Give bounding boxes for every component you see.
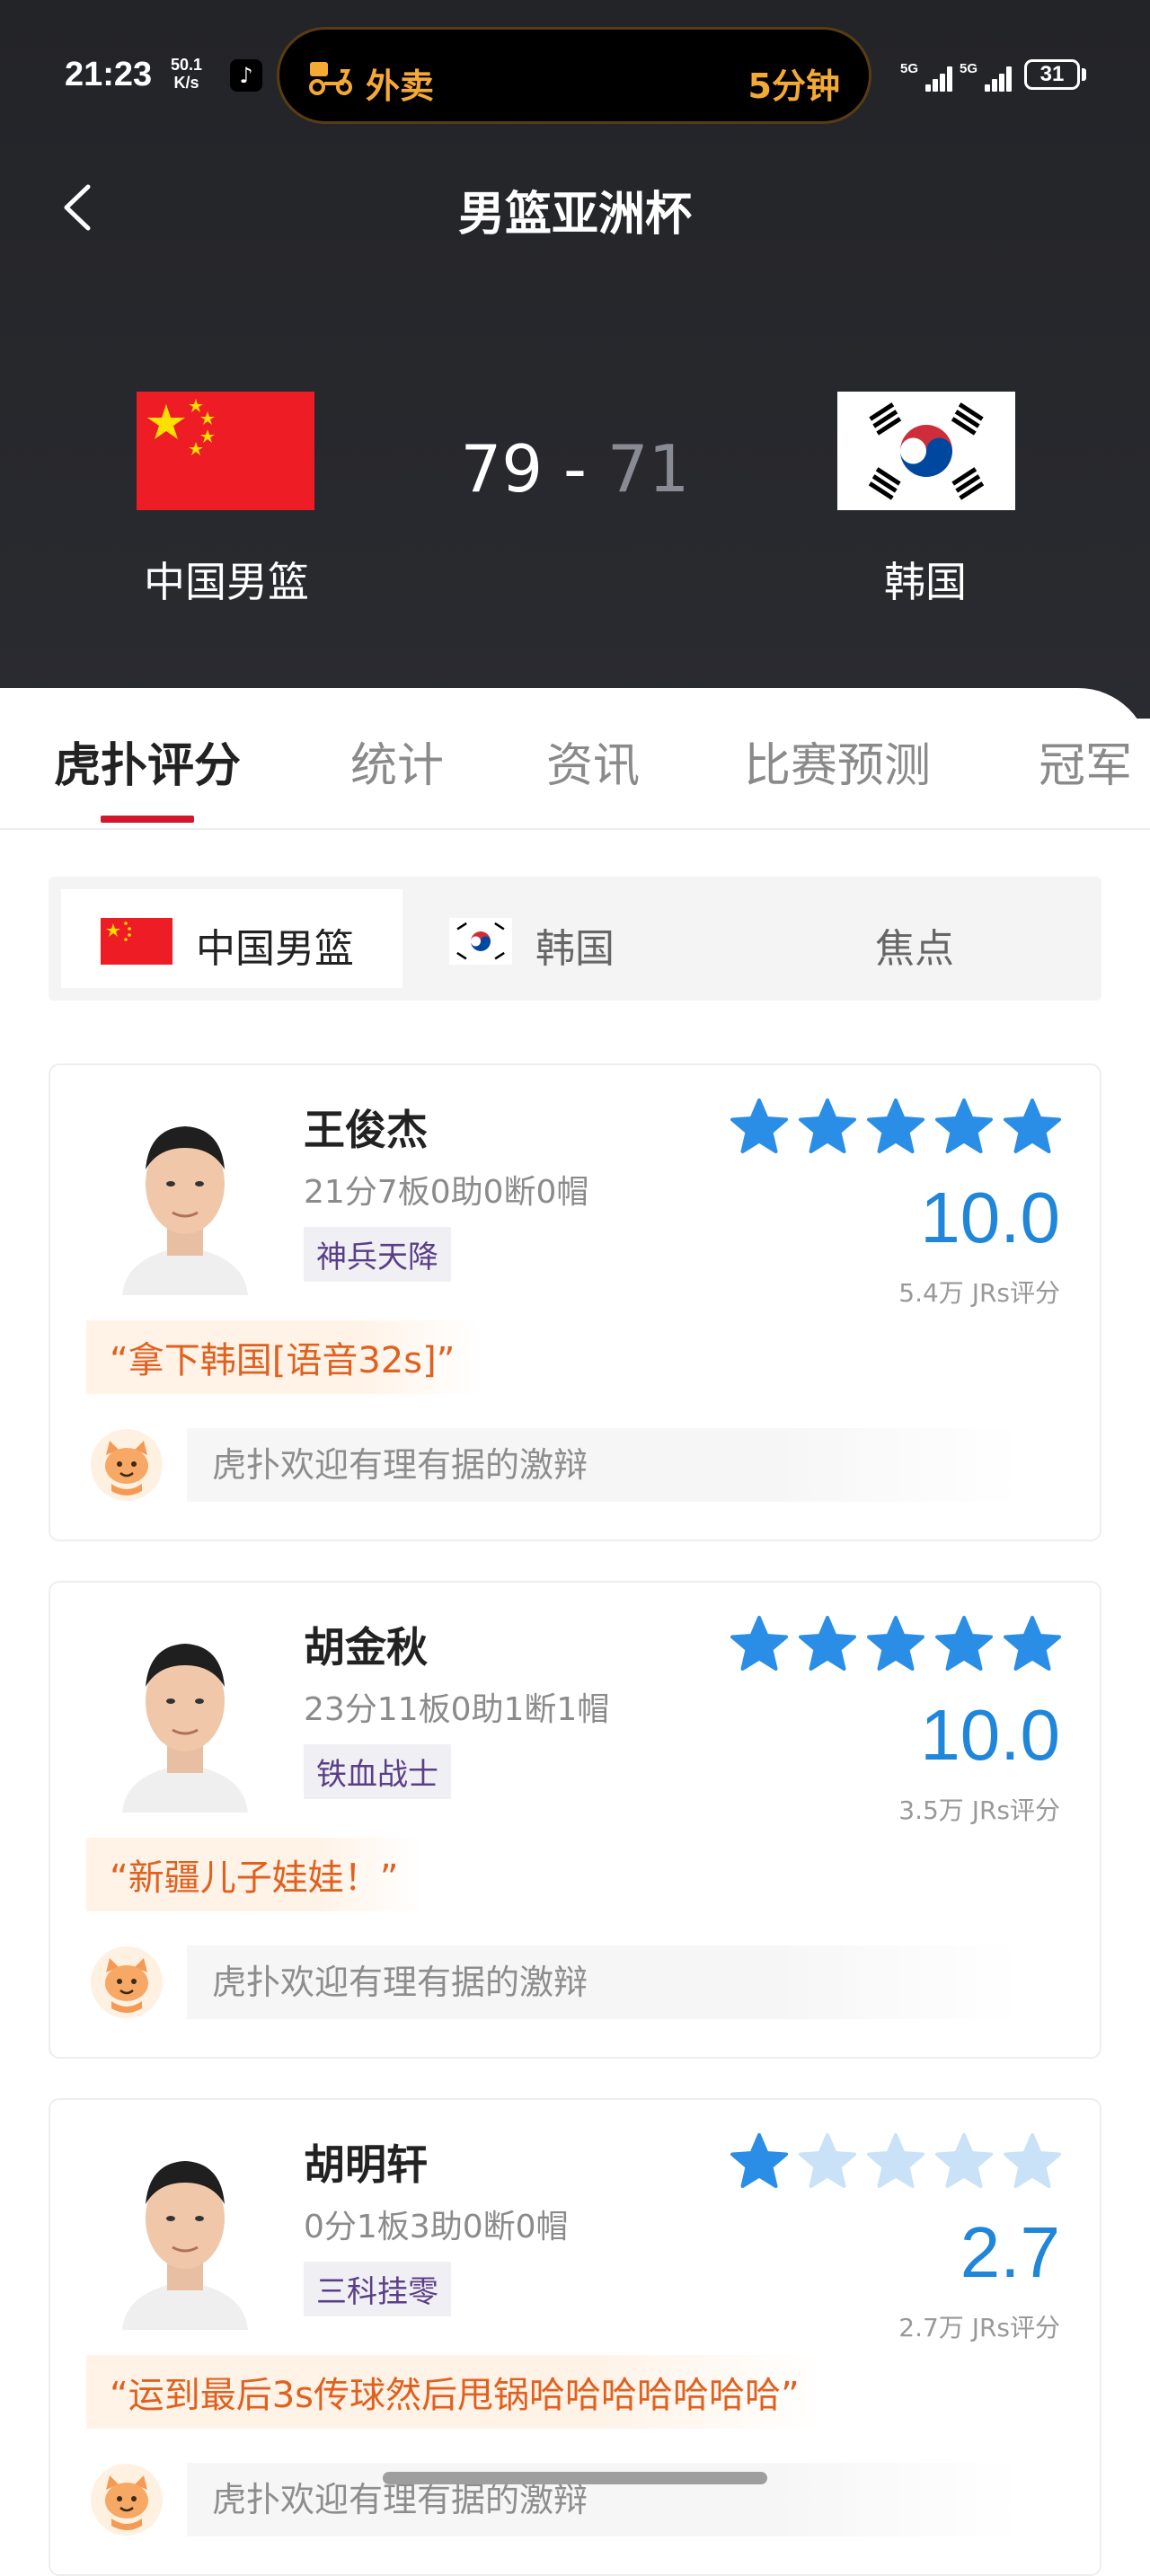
segment-focus[interactable]: 焦点 (857, 889, 1037, 988)
star-icon[interactable] (866, 1098, 925, 1157)
status-bar: 21:23 50.1 K/s ♪ 外卖 5分钟 5G 5G 31 (0, 0, 1150, 153)
korea-flag-icon (449, 918, 512, 965)
hupu-mascot-icon (90, 1945, 164, 2019)
tiktok-icon: ♪ (230, 59, 262, 92)
star-icon[interactable] (934, 1098, 994, 1157)
tab-news[interactable]: 资讯 (546, 728, 640, 795)
rating-count: 2.7万 JRs评分 (898, 2313, 1060, 2342)
page-title: 男篮亚洲杯 (457, 188, 692, 242)
player-rating-card[interactable]: 胡金秋 23分11板0助1断1帽铁血战士 10.0 3.5万 JRs评分 “新疆儿子娃娃… (49, 1581, 1101, 2059)
star-icon[interactable] (730, 1098, 789, 1157)
star-icon[interactable] (798, 2132, 857, 2192)
hupu-mascot-icon (90, 1428, 164, 1502)
rating-score: 10.0 (920, 1178, 1060, 1257)
player-avatar[interactable] (113, 2132, 257, 2330)
home-indicator[interactable] (383, 2472, 767, 2484)
tab-bar: 虎扑评分 统计 资讯 比赛预测 冠军 (0, 688, 1150, 830)
tab-prediction[interactable]: 比赛预测 (744, 728, 931, 795)
player-stats: 21分7板0助0断0帽 (304, 1174, 589, 1211)
home-score: 79 (460, 431, 544, 507)
content-sheet: 虎扑评分 统计 资讯 比赛预测 冠军 中国男篮 韩国 焦点 王俊杰 21分7板0… (0, 688, 1150, 2576)
signal-icon: 5G (960, 61, 1012, 92)
rating-score: 2.7 (960, 2212, 1060, 2292)
top-comment-quote[interactable]: “运到最后3s传球然后甩锅哈哈哈哈哈哈哈” (86, 2355, 823, 2429)
tab-champion[interactable]: 冠军 (1039, 728, 1132, 795)
away-score: 71 (606, 431, 690, 507)
network-speed: 50.1 K/s (171, 56, 203, 92)
player-name[interactable]: 王俊杰 (304, 1098, 428, 1157)
comment-input[interactable]: 虎扑欢迎有理有据的激辩 (187, 1428, 1021, 1502)
player-name[interactable]: 胡金秋 (304, 1615, 428, 1674)
player-avatar[interactable] (113, 1098, 257, 1295)
top-comment-quote[interactable]: “新疆儿子娃娃！” (86, 1838, 422, 1911)
battery-icon: 31 (1024, 59, 1080, 90)
china-flag-icon (101, 918, 172, 965)
player-rating-card[interactable]: 胡明轩 0分1板3助0断0帽三科挂零 2.7 2.7万 JRs评分 “运到最后3s传球然… (49, 2098, 1101, 2576)
player-name[interactable]: 胡明轩 (304, 2132, 428, 2192)
star-icon[interactable] (1003, 2132, 1062, 2192)
star-rating[interactable] (730, 1098, 1062, 1157)
korea-flag-icon (837, 392, 1015, 510)
battery-tip (1082, 68, 1086, 81)
clock: 21:23 (65, 56, 153, 93)
island-app-label: 外卖 (366, 66, 435, 106)
home-team-name: 中国男篮 (144, 558, 309, 606)
match-header: 21:23 50.1 K/s ♪ 外卖 5分钟 5G 5G 31 男篮亚洲杯 中… (0, 0, 1150, 719)
team-segmented-control: 中国男篮 韩国 焦点 (49, 877, 1101, 1001)
player-stats: 0分1板3助0断0帽 (304, 2209, 569, 2245)
score-separator: - (563, 431, 587, 507)
scooter-icon (309, 62, 352, 95)
top-comment-quote[interactable]: “拿下韩国[语音32s]” (86, 1320, 479, 1394)
island-eta: 5分钟 (748, 66, 840, 106)
star-icon[interactable] (866, 1615, 925, 1674)
star-rating[interactable] (730, 2132, 1062, 2192)
star-icon[interactable] (798, 1615, 857, 1674)
star-icon[interactable] (1003, 1098, 1062, 1157)
star-icon[interactable] (866, 2132, 925, 2192)
dynamic-island[interactable]: 外卖 5分钟 (277, 27, 871, 124)
away-team-name: 韩国 (884, 558, 967, 606)
segment-china[interactable]: 中国男篮 (61, 889, 402, 988)
player-tag: 铁血战士 (304, 1744, 451, 1799)
star-icon[interactable] (730, 1615, 789, 1674)
rating-count: 3.5万 JRs评分 (898, 1795, 1060, 1825)
player-tag: 三科挂零 (304, 2262, 451, 2316)
star-icon[interactable] (1003, 1615, 1062, 1674)
player-stats: 23分11板0助1断1帽 (304, 1691, 610, 1728)
star-icon[interactable] (934, 1615, 994, 1674)
player-avatar[interactable] (113, 1615, 257, 1813)
active-tab-indicator (101, 816, 194, 823)
comment-input[interactable]: 虎扑欢迎有理有据的激辩 (187, 1945, 1021, 2019)
player-rating-card[interactable]: 王俊杰 21分7板0助0断0帽神兵天降 10.0 5.4万 JRs评分 “拿下韩国[语音… (49, 1063, 1101, 1541)
signal-icon: 5G (900, 61, 952, 92)
tab-stats[interactable]: 统计 (350, 728, 444, 795)
rating-score: 10.0 (920, 1695, 1060, 1775)
star-icon[interactable] (730, 2132, 789, 2192)
segment-korea[interactable]: 韩国 (449, 889, 746, 988)
star-icon[interactable] (934, 2132, 994, 2192)
player-tag: 神兵天降 (304, 1227, 451, 1282)
hupu-mascot-icon (90, 2463, 164, 2536)
tab-hupu-rating[interactable]: 虎扑评分 (54, 728, 241, 795)
rating-count: 5.4万 JRs评分 (898, 1278, 1060, 1308)
star-rating[interactable] (730, 1615, 1062, 1674)
star-icon[interactable] (798, 1098, 857, 1157)
